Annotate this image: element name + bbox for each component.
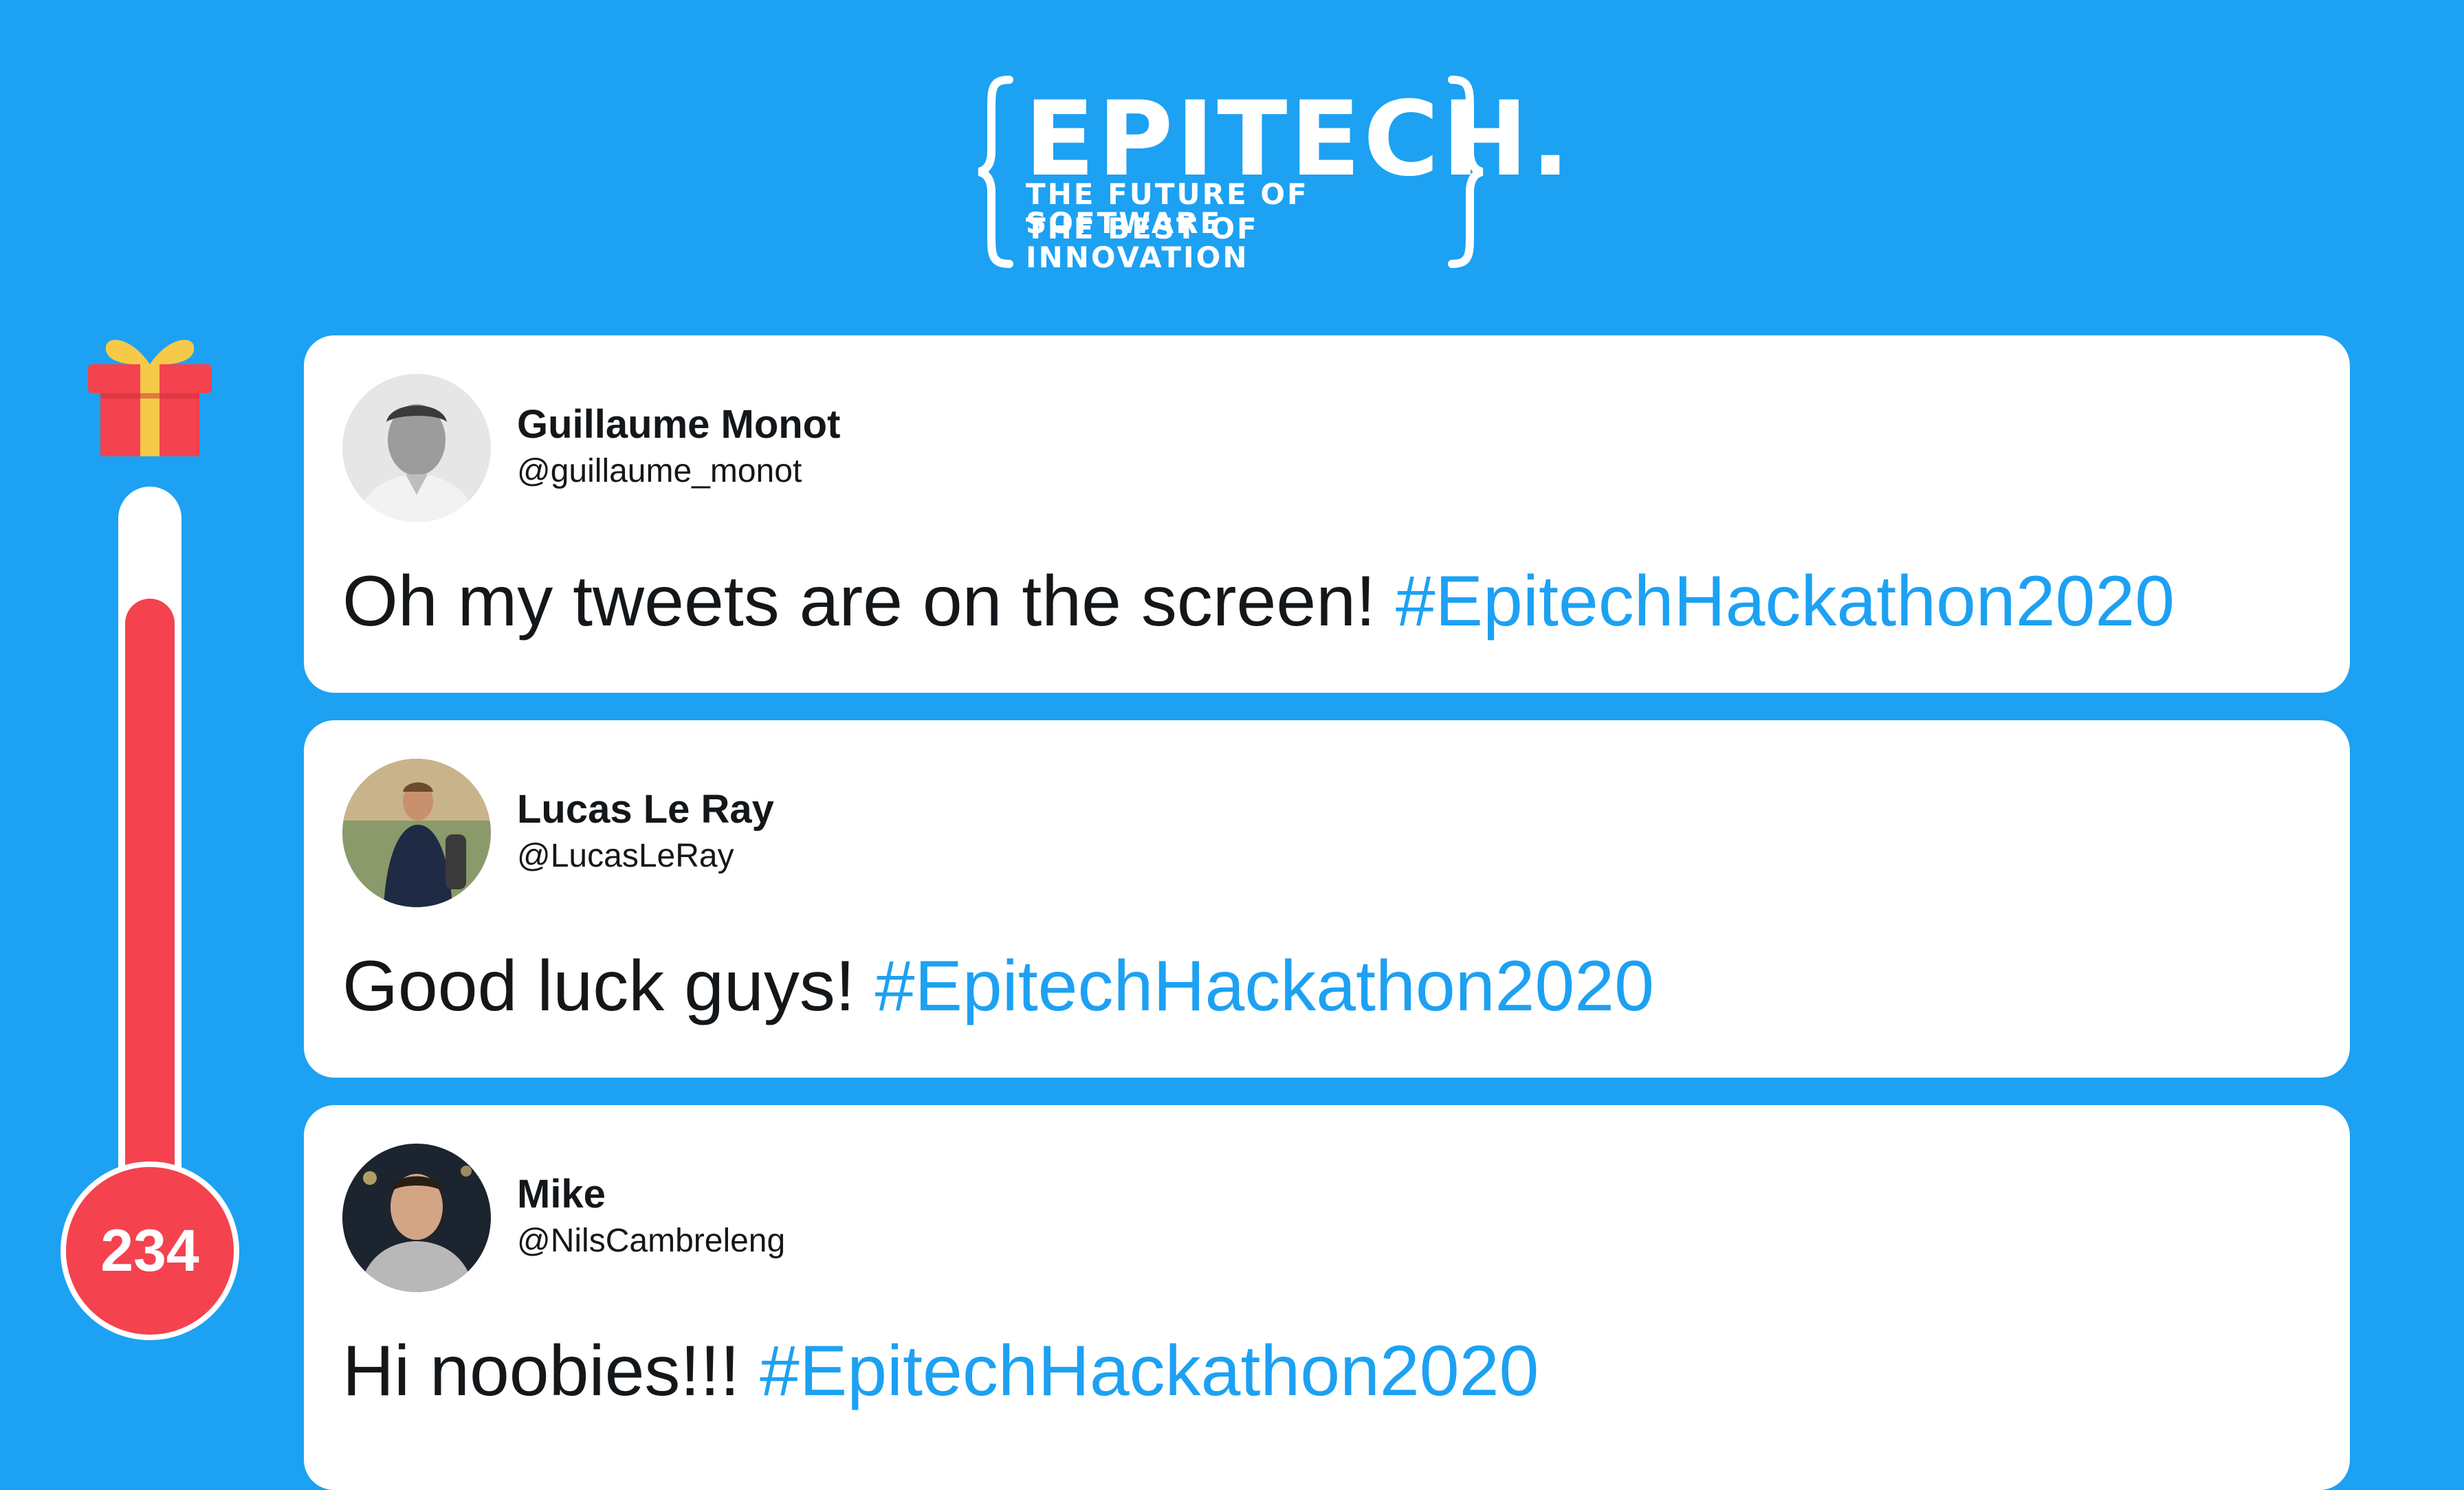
avatar — [342, 1144, 491, 1292]
tweet-card[interactable]: Mike @NilsCambreleng Hi noobies!!! #Epit… — [304, 1105, 2350, 1490]
hashtag-link[interactable]: #EpitechHackathon2020 — [1396, 561, 2175, 641]
avatar — [342, 374, 491, 522]
author-handle[interactable]: @LucasLeRay — [517, 837, 734, 875]
left-brace-icon — [978, 76, 1013, 268]
thermometer-bulb: 234 — [60, 1161, 239, 1340]
tweet-body: Oh my tweets are on the screen! — [342, 561, 1396, 641]
tweet-text: Hi noobies!!! #EpitechHackathon2020 — [342, 1332, 1539, 1410]
hashtag-link[interactable]: #EpitechHackathon2020 — [875, 946, 1654, 1026]
author-handle[interactable]: @guillaume_monot — [517, 452, 802, 490]
author-name: Lucas Le Ray — [517, 787, 774, 832]
author-name: Guillaume Monot — [517, 402, 841, 447]
author-name: Mike — [517, 1172, 606, 1216]
tweet-text: Good luck guys! #EpitechHackathon2020 — [342, 947, 1654, 1025]
tweet-text: Oh my tweets are on the screen! #Epitech… — [342, 562, 2175, 641]
tweet-count: 234 — [100, 1217, 199, 1284]
tweet-body: Good luck guys! — [342, 946, 875, 1026]
tweet-card[interactable]: Guillaume Monot @guillaume_monot Oh my t… — [304, 335, 2350, 693]
thermometer-fill — [125, 599, 175, 1236]
logo-tagline-2: THE BEST OF INNOVATION — [1026, 212, 1259, 274]
epitech-logo: EPITECH. THE FUTURE OF SOFTWARE THE BEST… — [976, 76, 1570, 272]
hashtag-link[interactable]: #EpitechHackathon2020 — [760, 1331, 1539, 1411]
gift-icon — [88, 340, 212, 456]
right-brace-icon — [1448, 76, 1484, 268]
logo-wordmark: EPITECH. — [1024, 80, 1573, 199]
tweet-card[interactable]: Lucas Le Ray @LucasLeRay Good luck guys!… — [304, 720, 2350, 1078]
author-handle[interactable]: @NilsCambreleng — [517, 1222, 785, 1260]
avatar — [342, 759, 491, 907]
tweet-body: Hi noobies!!! — [342, 1331, 760, 1411]
